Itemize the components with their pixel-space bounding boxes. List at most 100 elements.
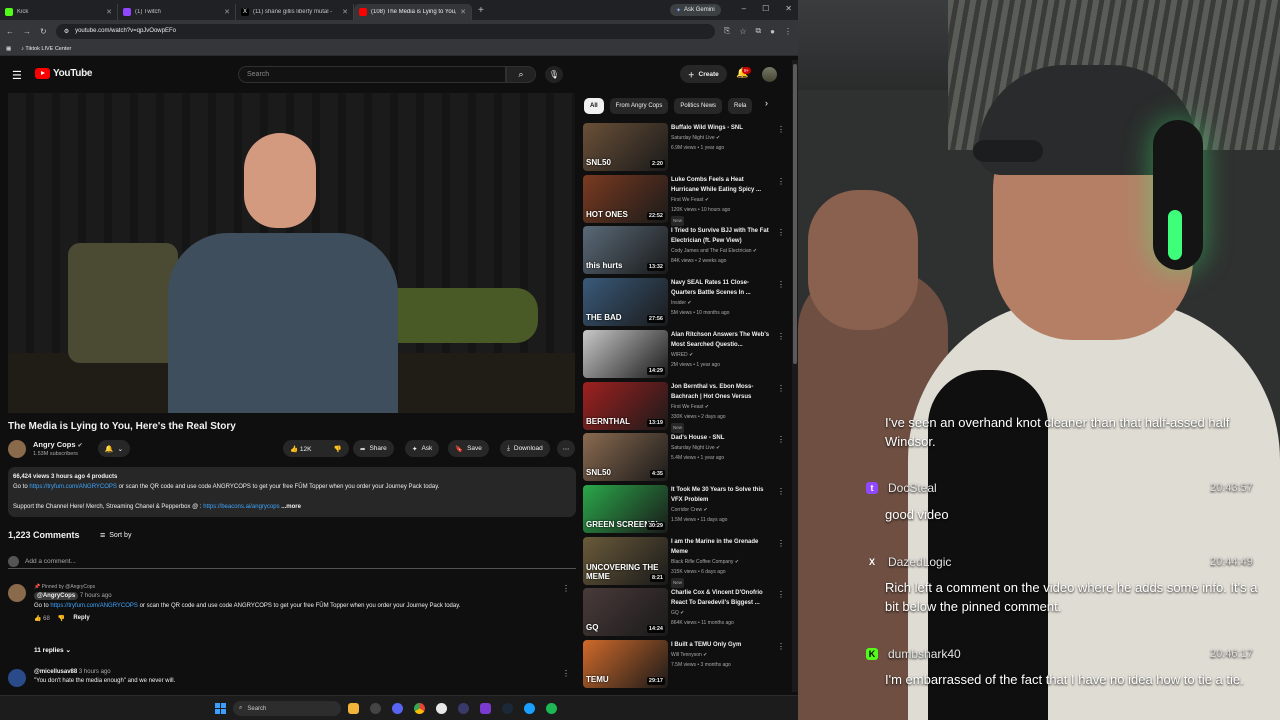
desc-link[interactable]: https://beacons.ai/angrycops — [203, 504, 279, 510]
comment-author[interactable]: @AngryCops — [34, 592, 79, 600]
recommended-channel[interactable]: GQ ✔ — [671, 608, 779, 618]
more-actions-button[interactable]: ⋯ — [557, 440, 575, 457]
search-button[interactable]: ⌕ — [506, 66, 536, 83]
file-explorer-icon[interactable] — [348, 703, 359, 714]
close-icon[interactable]: ✕ — [460, 8, 466, 16]
scrollbar-thumb[interactable] — [793, 64, 797, 364]
video-menu-icon[interactable]: ⋮ — [777, 384, 785, 393]
tab-x[interactable]: X (11) shane gillis liberty mutal - ✕ — [236, 4, 354, 20]
comment-time[interactable]: 7 hours ago — [80, 593, 112, 599]
video-menu-icon[interactable]: ⋮ — [777, 125, 785, 134]
recommended-title[interactable]: I Tried to Survive BJJ with The Fat Elec… — [671, 226, 771, 246]
tab-twitch[interactable]: (1) Twitch ✕ — [118, 4, 236, 20]
video-menu-icon[interactable]: ⋮ — [777, 228, 785, 237]
video-menu-icon[interactable]: ⋮ — [777, 435, 785, 444]
recommended-title[interactable]: Navy SEAL Rates 11 Close-Quarters Battle… — [671, 278, 771, 298]
video-thumbnail[interactable]: UNCOVERING THE MEME 8:21 — [583, 536, 668, 585]
forward-icon[interactable]: → — [23, 27, 31, 36]
video-menu-icon[interactable]: ⋮ — [777, 590, 785, 599]
chrome-icon[interactable] — [414, 703, 425, 714]
recommended-title[interactable]: Luke Combs Feels a Heat Hurricane While … — [671, 175, 771, 195]
video-menu-icon[interactable]: ⋮ — [777, 332, 785, 341]
download-button[interactable]: ⤓ Download — [500, 440, 550, 457]
taskbar-search[interactable]: ⌕ Search — [233, 701, 341, 716]
video-thumbnail[interactable]: 14:29 — [583, 329, 668, 378]
recommended-title[interactable]: Alan Ritchson Answers The Web's Most Sea… — [671, 330, 771, 350]
maximize-icon[interactable]: ☐ — [762, 4, 769, 13]
account-avatar[interactable] — [762, 67, 777, 82]
comment-menu-icon[interactable]: ⋮ — [562, 584, 570, 593]
new-tab-icon[interactable]: + — [472, 5, 490, 16]
search-input[interactable]: Search — [238, 66, 506, 83]
recommended-channel[interactable]: First We Feast ✔ — [671, 195, 779, 205]
recommended-video[interactable]: GREEN SCREENS! 30:29 It Took Me 30 Years t… — [583, 484, 785, 533]
extensions-icon[interactable]: ⧉ — [755, 26, 761, 36]
reply-button[interactable]: Reply — [73, 615, 89, 622]
recommended-channel[interactable]: Black Rifle Coffee Company ✔ — [671, 557, 779, 567]
recommended-video[interactable]: UNCOVERING THE MEME 8:21 I am the Marine i… — [583, 536, 785, 588]
recommended-video[interactable]: HOT ONES 22:52 Luke Combs Feels a Heat Hur… — [583, 174, 785, 226]
recommended-title[interactable]: Charlie Cox & Vincent D'Onofrio React To… — [671, 588, 771, 608]
profile-icon[interactable]: ● — [770, 27, 775, 36]
like-button[interactable]: 👍 12K — [290, 445, 311, 453]
site-info-icon[interactable]: ⚙ — [64, 28, 69, 35]
recommended-video[interactable]: this hurts 13:32 I Tried to Survive BJJ wi… — [583, 226, 785, 275]
show-more-link[interactable]: ...more — [281, 504, 301, 510]
recommended-video[interactable]: BERNTHAL 13:19 Jon Bernthal vs. Ebon Moss-… — [583, 381, 785, 433]
video-thumbnail[interactable]: this hurts 13:32 — [583, 226, 668, 275]
video-player[interactable] — [8, 93, 575, 413]
channel-name[interactable]: Angry Cops ✔ — [33, 440, 83, 449]
chip-related[interactable]: Rela — [728, 98, 753, 114]
video-menu-icon[interactable]: ⋮ — [777, 539, 785, 548]
close-window-icon[interactable]: ✕ — [785, 4, 792, 13]
video-thumbnail[interactable]: SNL50 2:20 — [583, 123, 668, 171]
recommended-title[interactable]: I am the Marine in the Grenade Meme — [671, 537, 771, 557]
recommended-title[interactable]: It Took Me 30 Years to Solve this VFX Pr… — [671, 485, 771, 505]
apps-grid-icon[interactable]: ▦ — [6, 46, 11, 52]
chip-from-channel[interactable]: From Angry Cops — [609, 98, 669, 114]
hamburger-menu-icon[interactable]: ☰ — [12, 69, 22, 82]
video-thumbnail[interactable]: HOT ONES 22:52 — [583, 174, 668, 223]
ask-button[interactable]: ✦ Ask — [405, 440, 440, 457]
recommended-title[interactable]: Jon Bernthal vs. Ebon Moss-Bachrach | Ho… — [671, 382, 771, 402]
tab-youtube[interactable]: (108) The Media is Lying to You, ✕ — [354, 4, 472, 20]
comment-time[interactable]: 3 hours ago — [79, 669, 111, 675]
comment-avatar[interactable] — [8, 584, 26, 602]
chip-all[interactable]: All — [584, 98, 604, 114]
voice-search-button[interactable]: 🎙 — [545, 66, 563, 83]
comment-link[interactable]: https://tryfum.com/ANGRYCOPS — [50, 603, 138, 609]
comment-menu-icon[interactable]: ⋮ — [562, 669, 570, 678]
video-menu-icon[interactable]: ⋮ — [777, 280, 785, 289]
recommended-video[interactable]: TEMU 29:17 I Built a TEMU Only Gym Will Ten… — [583, 640, 785, 688]
address-bar[interactable]: ⚙ youtube.com/watch?v=qpJvOowpEFo — [55, 23, 715, 39]
youtube-logo[interactable]: YouTube — [35, 68, 93, 79]
sort-by-button[interactable]: ≡ Sort by — [100, 530, 131, 540]
video-thumbnail[interactable]: BERNTHAL 13:19 — [583, 381, 668, 430]
bookmark-tiktok[interactable]: ♪ Tiktok LIVE Center — [21, 46, 71, 52]
chip-politics-news[interactable]: Politics News — [674, 98, 723, 114]
recommended-channel[interactable]: Cody James and The Fat Electrician ✔ — [671, 246, 779, 256]
dislike-button[interactable]: 👎 — [334, 445, 342, 453]
back-icon[interactable]: ← — [6, 27, 14, 36]
recommended-channel[interactable]: Will Tennyson ✔ — [671, 650, 779, 660]
create-button[interactable]: ＋ Create — [680, 65, 727, 83]
app-icon[interactable] — [436, 703, 447, 714]
recommended-title[interactable]: Dad's House - SNL — [671, 433, 771, 443]
tab-kick[interactable]: Kick ✕ — [0, 4, 118, 20]
video-thumbnail[interactable]: THE BAD 27:56 — [583, 278, 668, 327]
recommended-channel[interactable]: Insider ✔ — [671, 298, 779, 308]
recommended-video[interactable]: THE BAD 27:56 Navy SEAL Rates 11 Close-Qua… — [583, 278, 785, 327]
desc-link[interactable]: https://tryfum.com/ANGRYCOPS — [29, 484, 117, 490]
recommended-title[interactable]: Buffalo Wild Wings - SNL — [671, 123, 771, 133]
minimize-icon[interactable]: – — [742, 4, 746, 13]
app-icon[interactable] — [480, 703, 491, 714]
discord-icon[interactable] — [392, 703, 403, 714]
recommended-title[interactable]: I Built a TEMU Only Gym — [671, 640, 771, 650]
obs-icon[interactable] — [370, 703, 381, 714]
bookmark-star-icon[interactable]: ☆ — [739, 27, 746, 36]
spotify-icon[interactable] — [546, 703, 557, 714]
close-icon[interactable]: ✕ — [106, 8, 112, 16]
recommended-video[interactable]: SNL50 4:35 Dad's House - SNL Saturday Night… — [583, 433, 785, 482]
video-thumbnail[interactable]: SNL50 4:35 — [583, 433, 668, 482]
view-replies-button[interactable]: 11 replies ⌄ — [34, 646, 71, 654]
